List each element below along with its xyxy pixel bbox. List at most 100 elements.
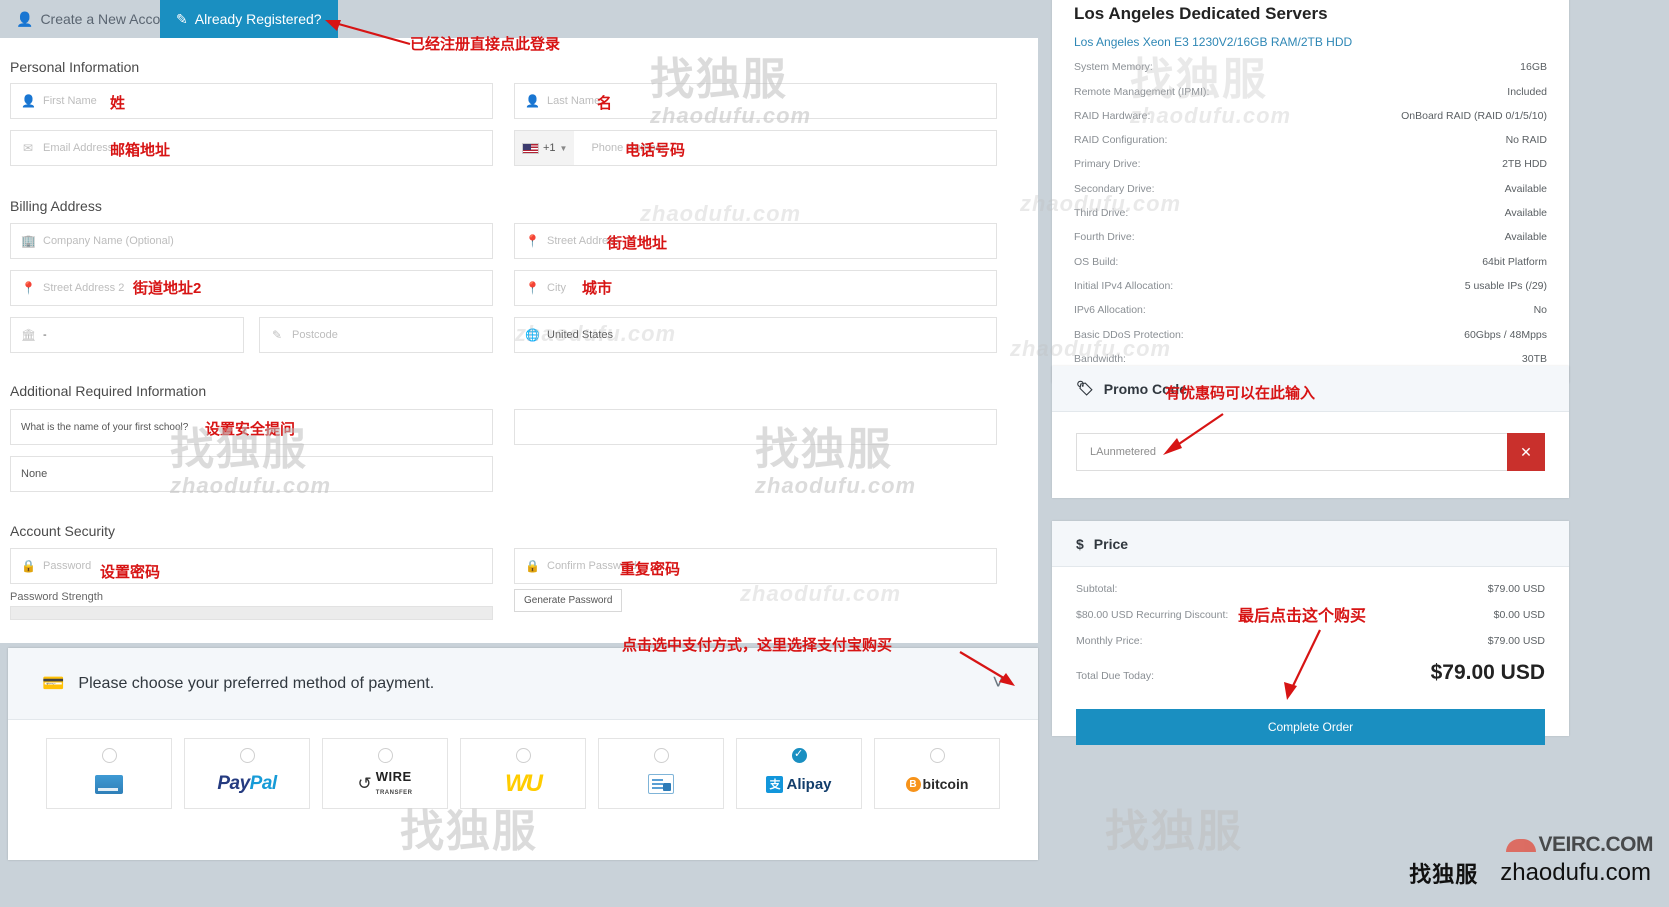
street-address-input[interactable]: 📍 Street Address [514, 223, 997, 259]
product-subtitle[interactable]: Los Angeles Xeon E3 1230V2/16GB RAM/2TB … [1074, 35, 1547, 49]
password-strength-bar [10, 606, 493, 620]
last-name-input[interactable]: 👤 Last Name [514, 83, 997, 119]
password-strength-label: Password Strength [10, 591, 103, 603]
price-title: Price [1093, 535, 1129, 552]
promo-code-value: LAunmetered [1090, 446, 1157, 458]
confirm-password-input[interactable]: 🔒 Confirm Password [514, 548, 997, 584]
phone-prefix-label: +1 [543, 142, 556, 154]
radio-wire-transfer[interactable] [377, 748, 393, 763]
alipay-logo-icon: 支 Alipay [766, 769, 832, 799]
building-icon: 🏢 [21, 234, 36, 248]
price-row-value: $0.00 USD [1493, 609, 1545, 621]
password-input[interactable]: 🔒 Password [10, 548, 493, 584]
spec-row: Fourth Drive: Available [1074, 231, 1547, 243]
password-placeholder: Password [43, 560, 92, 572]
annotation-payment: 点击选中支付方式，这里选择支付宝购买 [622, 637, 893, 654]
spec-label: RAID Hardware: [1074, 109, 1151, 122]
paypal-logo-icon: PayPal [217, 773, 277, 794]
radio-alipay[interactable] [791, 747, 807, 763]
globe-icon: 🌐 [525, 328, 540, 342]
email-placeholder: Email Address [43, 142, 114, 154]
email-input[interactable]: ✉ Email Address [10, 130, 493, 166]
section-billing-address: Billing Address [10, 198, 102, 214]
complete-order-button[interactable]: Complete Order [1076, 709, 1545, 745]
price-row: Monthly Price: $79.00 USD [1076, 635, 1545, 647]
edit-icon: ✎ [176, 10, 188, 27]
section-additional-info: Additional Required Information [10, 383, 207, 399]
annotation-promo: 有优惠码可以在此输入 [1165, 385, 1316, 402]
chevron-down-icon: ▼ [559, 143, 568, 153]
promo-clear-button[interactable]: ✕ [1507, 433, 1545, 471]
annotation-city: 城市 [582, 280, 613, 297]
annotation-confirm-password: 重复密码 [620, 561, 681, 578]
zhaodufu-brand: 找独服 zhaodufu.com [1409, 857, 1651, 889]
price-row-label: Monthly Price: [1076, 635, 1143, 647]
state-select[interactable]: 🏛 - [10, 317, 244, 353]
payment-option-paypal[interactable]: PayPal [184, 738, 310, 809]
payment-option-alipay[interactable]: 支Alipay [736, 738, 862, 809]
last-name-placeholder: Last Name [547, 95, 601, 107]
section-personal-information: Personal Information [10, 59, 140, 75]
payment-option-western-union[interactable]: WU [460, 738, 586, 809]
payment-option-bank-transfer[interactable] [598, 738, 724, 809]
street-address2-input[interactable]: 📍 Street Address 2 [10, 270, 493, 306]
radio-paypal[interactable] [239, 748, 255, 763]
spec-label: Third Drive: [1074, 207, 1129, 220]
none-select-value: None [21, 468, 48, 480]
payment-method-panel: 💳 Please choose your preferred method of… [8, 648, 1038, 860]
payment-option-bitcoin[interactable]: Bbitcoin [874, 738, 1000, 809]
lock-icon: 🔒 [21, 559, 36, 573]
price-panel: $ Price Subtotal: $79.00 USD $80.00 USD Re… [1052, 521, 1569, 745]
section-account-security: Account Security [10, 523, 116, 539]
payment-option-wire-transfer[interactable]: ↺ WIRE TRANSFER [322, 738, 448, 809]
security-answer-input[interactable] [514, 409, 997, 445]
spec-label: System Memory: [1074, 61, 1153, 74]
radio-western-union[interactable] [515, 748, 531, 763]
city-placeholder: City [547, 282, 566, 294]
radio-bitcoin[interactable] [929, 748, 945, 763]
country-select[interactable]: 🌐 United States [514, 317, 997, 353]
spec-label: Fourth Drive: [1074, 231, 1135, 244]
spec-row: RAID Hardware: OnBoard RAID (RAID 0/1/5/1… [1074, 110, 1547, 122]
postcode-input[interactable]: ✎ Postcode [259, 317, 493, 353]
first-name-input[interactable]: 👤 First Name [10, 83, 493, 119]
spec-row: System Memory: 16GB [1074, 61, 1547, 73]
radio-credit-card[interactable] [101, 748, 117, 763]
company-name-input[interactable]: 🏢 Company Name (Optional) [10, 223, 493, 259]
state-value: - [43, 329, 47, 341]
spec-label: Bandwidth: [1074, 352, 1126, 365]
radio-bank-transfer[interactable] [653, 748, 669, 763]
western-union-logo-icon: WU [505, 770, 543, 797]
chevron-down-icon[interactable]: ˅ [992, 672, 1004, 695]
spec-value: 30TB [1521, 352, 1547, 365]
total-due-label: Total Due Today: [1076, 670, 1155, 682]
spec-row: OS Build: 64bit Platform [1074, 256, 1547, 268]
bank-icon: 🏛 [21, 328, 37, 342]
generate-password-button[interactable]: Generate Password [514, 589, 623, 612]
tab-create-label: Create a New Account [40, 11, 180, 27]
payment-option-credit-card[interactable] [46, 738, 172, 809]
product-summary-panel: Los Angeles Dedicated Servers Los Angele… [1052, 0, 1569, 383]
annotation-street: 街道地址 [607, 235, 668, 252]
tab-already-registered[interactable]: ✎ Already Registered? [160, 0, 338, 38]
annotation-security-question: 设置安全提问 [205, 421, 296, 438]
phone-input[interactable]: +1 ▼ Phone Number [514, 130, 997, 166]
map-pin-icon: 📍 [525, 234, 540, 248]
none-select[interactable]: None [10, 456, 493, 492]
annotation-email: 邮箱地址 [110, 142, 171, 159]
payment-panel-header[interactable]: 💳 Please choose your preferred method of… [8, 648, 1038, 720]
order-summary-column: Los Angeles Dedicated Servers Los Angele… [1048, 0, 1669, 907]
payment-heading: Please choose your preferred method of p… [78, 674, 435, 692]
price-header: $ Price [1052, 521, 1569, 567]
dollar-icon: $ [1076, 535, 1084, 552]
phone-country-selector[interactable]: +1 ▼ [515, 131, 575, 165]
spec-label: OS Build: [1074, 255, 1119, 268]
price-row: Subtotal: $79.00 USD [1076, 583, 1545, 595]
registration-form: Personal Information 👤 First Name 👤 Last… [0, 38, 1038, 643]
spec-list: System Memory: 16GB Remote Management (IPM… [1074, 61, 1547, 365]
spec-value: Included [1507, 85, 1547, 98]
promo-code-input[interactable]: LAunmetered [1076, 433, 1507, 471]
map-pin-icon: 📍 [21, 281, 36, 295]
annotation-phone: 电话号码 [625, 142, 686, 159]
spec-row: RAID Configuration: No RAID [1074, 134, 1547, 146]
